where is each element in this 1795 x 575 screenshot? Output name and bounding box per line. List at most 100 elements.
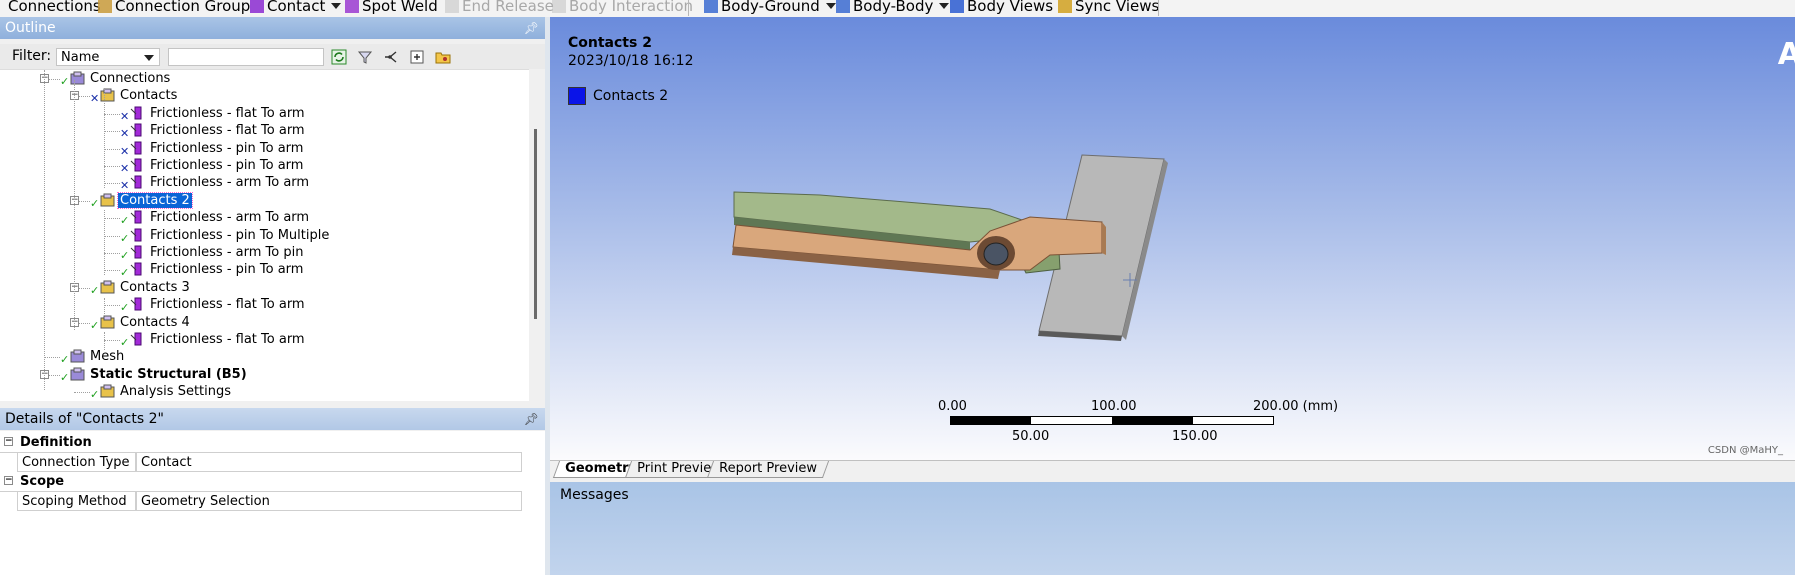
- tree-connector: [104, 113, 120, 115]
- toolbar-button-label: Spot Weld: [362, 0, 438, 15]
- connection-group-button[interactable]: Connection Group: [98, 0, 250, 16]
- chevron-down-icon[interactable]: [825, 3, 836, 9]
- check-icon: ✓: [60, 353, 70, 367]
- tree-item-label: Frictionless - pin To Multiple: [150, 227, 330, 243]
- body-ground-button[interactable]: Body-Ground: [704, 0, 836, 16]
- graphics-viewport[interactable]: Contacts 2 2023/10/18 16:12 Contacts 2 A…: [550, 17, 1795, 460]
- tree-connector: [74, 392, 90, 394]
- contact-region-icon: [130, 245, 142, 259]
- tree-item[interactable]: ✓ Frictionless - flat To arm: [120, 296, 307, 313]
- tree-item[interactable]: ✓ Mesh: [60, 348, 126, 365]
- tree-item[interactable]: ✓ Contacts 3: [90, 279, 192, 296]
- toolbar: Connections Connection Group Contact Spot W…: [0, 0, 1795, 18]
- details-section[interactable]: − Definition: [0, 433, 522, 453]
- outline-scrollbar[interactable]: [529, 69, 545, 400]
- tree-item-icons: ✕: [120, 122, 148, 139]
- body-interaction-icon: [552, 0, 566, 13]
- check-icon: ✓: [60, 370, 70, 384]
- tree-item[interactable]: ✓ Contacts 2: [90, 191, 193, 209]
- tree-item-label: Contacts 3: [120, 279, 190, 295]
- toolbar-button-label: Contact: [267, 0, 326, 15]
- tree-item-icons: ✓: [120, 261, 148, 278]
- tree-filter-icon[interactable]: [383, 49, 399, 65]
- tree-item[interactable]: ✓ Connections: [60, 70, 172, 87]
- cross-icon: ✕: [120, 179, 130, 193]
- filter-search-input[interactable]: [168, 48, 324, 66]
- toolbar-button-label: Sync Views: [1075, 0, 1160, 15]
- chevron-down-icon[interactable]: [939, 3, 950, 9]
- tree-item-label: Frictionless - flat To arm: [150, 332, 305, 347]
- connections-button[interactable]: Connections: [8, 0, 101, 16]
- body-views-button[interactable]: Body Views: [950, 0, 1053, 16]
- scale-label: 100.00: [1091, 399, 1137, 414]
- details-field-value[interactable]: Geometry Selection: [136, 491, 522, 511]
- tree-item[interactable]: ✕ Frictionless - pin To arm: [120, 140, 305, 157]
- tree-item[interactable]: ✕ Frictionless - flat To arm: [120, 105, 307, 122]
- pin: [983, 242, 1009, 266]
- refresh-icon[interactable]: [331, 49, 347, 65]
- tree-connector: [104, 340, 120, 341]
- folder-icon: [100, 280, 115, 294]
- details-section[interactable]: − Scope: [0, 472, 522, 492]
- contact-region-icon: [130, 262, 142, 276]
- tree-connector: [104, 253, 120, 254]
- tree-item[interactable]: ✕ Frictionless - flat To arm: [120, 122, 307, 139]
- tree-item-label: Connections: [90, 71, 171, 86]
- toolbar-separator: [1158, 0, 1159, 16]
- check-icon: ✓: [120, 249, 130, 262]
- messages-title: Messages: [560, 487, 629, 503]
- filter-icon[interactable]: [357, 49, 373, 65]
- end-release-button[interactable]: End Release: [445, 0, 554, 16]
- tab-report-preview[interactable]: Report Preview: [706, 461, 829, 478]
- details-field-label: Scoping Method: [17, 491, 136, 511]
- tree-item[interactable]: ✓ Frictionless - pin To Multiple: [120, 227, 331, 244]
- contact-button[interactable]: Contact: [250, 0, 342, 16]
- scrollbar-thumb[interactable]: [534, 129, 537, 319]
- spot-weld-button[interactable]: Spot Weld: [345, 0, 438, 16]
- contact-region-icon: [130, 123, 142, 137]
- scale-label: 0.00: [938, 399, 967, 414]
- tree-item[interactable]: ✓ Frictionless - arm To pin: [120, 244, 305, 261]
- body-body-button[interactable]: Body-Body: [836, 0, 950, 16]
- tree-item[interactable]: ✓ Frictionless - arm To arm: [120, 209, 311, 226]
- pin-icon[interactable]: 📌︎: [524, 408, 539, 430]
- folder-icon: [70, 367, 85, 381]
- body-interaction-button[interactable]: Body Interaction: [552, 0, 693, 16]
- tree-item-label: Frictionless - pin To arm: [150, 140, 304, 156]
- chevron-down-icon[interactable]: [331, 3, 342, 9]
- filter-type-select[interactable]: Name: [56, 48, 160, 66]
- folder-icon[interactable]: [435, 49, 451, 65]
- check-icon: ✓: [120, 336, 130, 349]
- check-icon: ✓: [60, 75, 70, 88]
- collapse-icon[interactable]: −: [4, 437, 13, 446]
- expand-all-icon[interactable]: [409, 49, 425, 65]
- collapse-icon[interactable]: −: [4, 476, 13, 485]
- tree-item-icons: ✓: [120, 209, 148, 226]
- tree-item[interactable]: ✓ Contacts 4: [90, 314, 192, 331]
- check-icon: ✓: [120, 214, 130, 228]
- contact-region-icon: [130, 210, 142, 224]
- sync-views-button[interactable]: Sync Views: [1058, 0, 1159, 16]
- messages-panel: Messages: [550, 482, 1795, 575]
- details-row[interactable]: Scoping Method Geometry Selection: [0, 491, 522, 511]
- details-section-label: Scope: [20, 474, 65, 489]
- tree-item[interactable]: ✓ Frictionless - flat To arm: [120, 331, 307, 348]
- tree-item-icons: ✓: [90, 314, 118, 331]
- tree-item[interactable]: ✕ Frictionless - arm To arm: [120, 174, 311, 191]
- toolbar-separator: [688, 0, 689, 16]
- model-geometry[interactable]: [550, 17, 1795, 460]
- check-icon: ✓: [90, 318, 100, 332]
- pin-icon[interactable]: 📌︎: [524, 17, 539, 39]
- tree-item-icons: ✓: [120, 227, 148, 244]
- tree-item[interactable]: ✓ Analysis Settings: [90, 383, 233, 400]
- tree-item-label: Frictionless - arm To arm: [150, 210, 310, 226]
- toolbar-button-label: End Release: [462, 0, 554, 15]
- contact-region-icon: [130, 106, 142, 120]
- tree-connector: [104, 305, 120, 307]
- details-field-value[interactable]: Contact: [136, 452, 522, 472]
- tree-connector: [104, 270, 120, 272]
- tree-item[interactable]: ✓ Frictionless - pin To arm: [120, 261, 305, 278]
- details-row[interactable]: Connection Type Contact: [0, 452, 522, 472]
- tree-item[interactable]: ✓ Static Structural (B5): [60, 366, 249, 383]
- tree-item[interactable]: ✕ Frictionless - pin To arm: [120, 157, 305, 174]
